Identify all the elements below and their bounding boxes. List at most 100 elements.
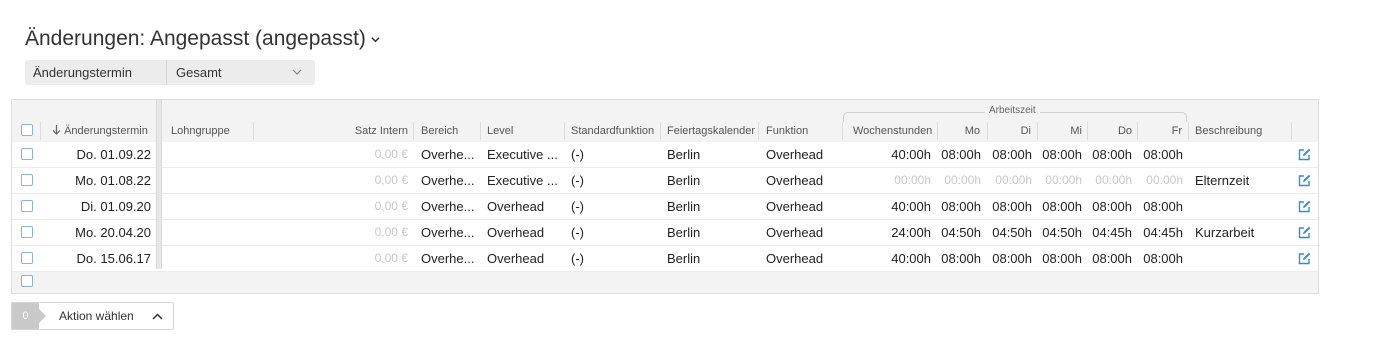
cell-aenderungstermin: Mo. 20.04.20 [75,225,151,240]
frozen-column-splitter[interactable] [156,100,162,269]
selected-count-badge: 0 [12,303,46,329]
cell-aenderungstermin: Do. 01.09.22 [76,147,151,162]
header-level[interactable]: Level [487,120,513,142]
cell-standardfunktion: (-) [571,225,584,240]
header-bereich[interactable]: Bereich [421,120,458,142]
cell-satz-intern: 0,00 € [374,173,408,187]
cell-standardfunktion: (-) [571,173,584,188]
header-divider [1188,122,1189,140]
cell-mo: 08:00h [941,147,981,162]
row-checkbox[interactable] [21,226,33,238]
header-fr[interactable]: Fr [1142,120,1182,142]
chevron-down-icon[interactable] [292,69,302,76]
cell-mi: 08:00h [1042,199,1082,214]
select-all-checkbox[interactable] [21,124,33,136]
footer-checkbox[interactable] [21,275,33,287]
cell-fr: 08:00h [1143,199,1183,214]
chevron-down-icon[interactable] [371,35,380,44]
header-divider [937,122,938,140]
header-satz-intern[interactable]: Satz Intern [254,120,408,142]
cell-fr: 00:00h [1146,173,1183,187]
cell-standardfunktion: (-) [571,147,584,162]
header-divider [987,122,988,140]
header-wochenstunden[interactable]: Wochenstunden [853,120,932,142]
header-divider [564,122,565,140]
row-checkbox[interactable] [21,252,33,264]
row-checkbox[interactable] [21,200,33,212]
table-footer-row [12,268,1318,293]
header-feiertagskalender[interactable]: Feiertagskalender [667,120,755,142]
cell-bereich: Overhe... [421,199,475,214]
cell-wochenstunden: 40:00h [891,199,931,214]
cell-mo: 00:00h [944,173,981,187]
header-aenderungstermin[interactable]: Änderungstermin [52,120,148,142]
row-checkbox[interactable] [21,148,33,160]
cell-funktion: Overhead [766,225,824,240]
header-divider [413,122,414,140]
cell-standardfunktion: (-) [571,199,584,214]
cell-mi: 04:50h [1042,225,1082,240]
changes-table: Arbeitszeit Änderungstermin Lohngruppe S… [11,99,1319,294]
bulk-action-select[interactable]: 0 Aktion wählen [11,302,174,330]
filter-select[interactable]: Änderungstermin Gesamt [25,60,315,85]
page-title-row[interactable]: Änderungen: Angepasst (angepasst) [25,27,380,51]
cell-level: Overhead [487,225,545,240]
cell-beschreibung: Kurzarbeit [1195,225,1255,240]
header-funktion[interactable]: Funktion [766,120,808,142]
page-title: Änderungen: Angepasst (angepasst) [25,27,366,50]
cell-feiertagskalender: Berlin [667,147,701,162]
cell-di: 00:00h [995,173,1032,187]
header-lohngruppe[interactable]: Lohngruppe [171,120,230,142]
cell-do: 00:00h [1095,173,1132,187]
header-divider [480,122,481,140]
table-row[interactable]: Do. 01.09.22 0,00 € Overhe... Executive … [12,142,1318,168]
header-divider [758,122,759,140]
cell-bereich: Overhe... [421,147,475,162]
header-beschreibung[interactable]: Beschreibung [1195,120,1262,142]
table-row[interactable]: Di. 01.09.20 0,00 € Overhe... Overhead (… [12,194,1318,220]
header-divider [1037,122,1038,140]
edit-icon[interactable] [1298,252,1311,265]
header-do[interactable]: Do [1092,120,1132,142]
cell-wochenstunden: 24:00h [891,225,931,240]
cell-di: 08:00h [992,199,1032,214]
header-divider [660,122,661,140]
edit-icon[interactable] [1298,174,1311,187]
header-divider [1291,122,1292,140]
cell-funktion: Overhead [766,199,824,214]
header-aenderungstermin-label: Änderungstermin [64,125,148,137]
arbeitszeit-group-label: Arbeitszeit [985,105,1040,116]
edit-icon[interactable] [1298,148,1311,161]
cell-level: Executive ... [487,173,558,188]
header-mo[interactable]: Mo [942,120,980,142]
edit-icon[interactable] [1298,200,1311,213]
table-row[interactable]: Mo. 20.04.20 0,00 € Overhe... Overhead (… [12,220,1318,246]
cell-do: 08:00h [1092,147,1132,162]
cell-satz-intern: 0,00 € [374,225,408,239]
cell-bereich: Overhe... [421,173,475,188]
table-row[interactable]: Mo. 01.08.22 0,00 € Overhe... Executive … [12,168,1318,194]
cell-do: 08:00h [1092,199,1132,214]
row-checkbox[interactable] [21,174,33,186]
header-standardfunktion[interactable]: Standardfunktion [571,120,654,142]
cell-mi: 00:00h [1045,173,1082,187]
cell-mi: 08:00h [1042,147,1082,162]
filter-label: Änderungstermin [25,60,167,85]
edit-icon[interactable] [1298,226,1311,239]
cell-beschreibung: Elternzeit [1195,173,1250,188]
bulk-action-label: Aktion wählen [59,309,134,323]
cell-feiertagskalender: Berlin [667,225,701,240]
cell-funktion: Overhead [766,147,824,162]
cell-do: 04:45h [1092,225,1132,240]
chevron-up-icon[interactable] [152,313,163,320]
cell-wochenstunden: 00:00h [894,173,931,187]
header-divider [842,122,843,140]
header-mi[interactable]: Mi [1042,120,1082,142]
header-di[interactable]: Di [992,120,1031,142]
cell-aenderungstermin: Di. 01.09.20 [80,199,151,214]
header-divider [1137,122,1138,140]
header-divider [40,122,41,140]
cell-satz-intern: 0,00 € [374,147,408,161]
cell-mo: 04:50h [941,225,981,240]
cell-satz-intern: 0,00 € [374,199,408,213]
